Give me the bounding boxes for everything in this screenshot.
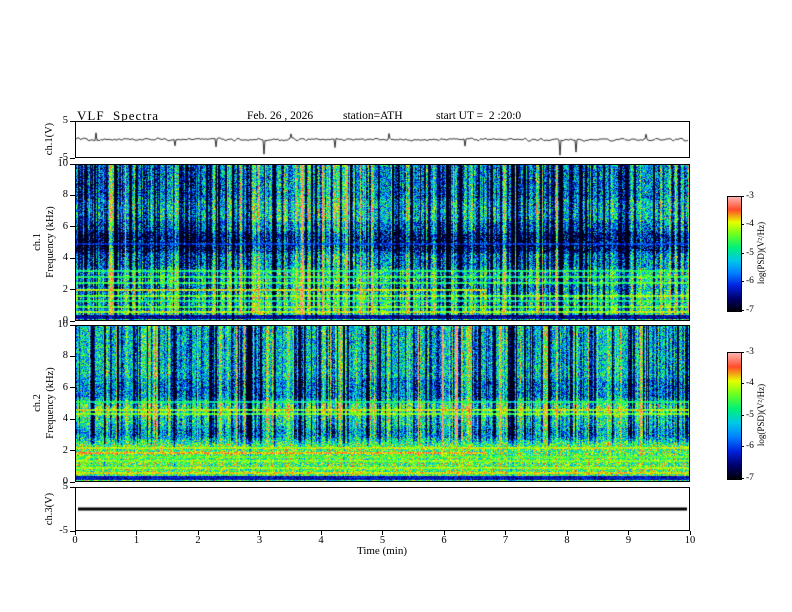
colorbar-tick-label: -6 xyxy=(746,441,754,451)
colorbar-tick-label: -3 xyxy=(746,190,754,201)
y-tick-label: 5 xyxy=(62,481,68,492)
y-tick-label: 8 xyxy=(62,189,68,201)
y-tick-mark xyxy=(70,418,75,420)
ch1-waveform-canvas xyxy=(76,122,689,157)
colorbar-tick-mark xyxy=(741,383,744,384)
colorbar-tick-label: -6 xyxy=(746,276,754,286)
panel-ch1-waveform xyxy=(75,121,690,158)
y-tick-mark xyxy=(70,450,75,452)
colorbar-tick-mark xyxy=(741,446,744,447)
x-tick-label: 9 xyxy=(625,534,632,546)
panel-ch3-waveform xyxy=(75,487,690,531)
y-tick-label: 2 xyxy=(62,283,68,295)
y-tick-label: 10 xyxy=(57,158,69,169)
time-axis-label: Time (min) xyxy=(356,545,407,557)
colorbar-ch1 xyxy=(727,196,742,312)
y-tick-mark xyxy=(70,387,75,389)
y-tick-mark xyxy=(70,324,75,326)
colorbar-tick-label: -4 xyxy=(746,378,754,388)
colorbar-tick-mark xyxy=(741,477,744,479)
ch3-waveform-canvas xyxy=(76,488,689,530)
colorbar-tick-mark xyxy=(741,351,744,353)
colorbar-tick-label: -4 xyxy=(746,219,754,229)
y-tick-label: 8 xyxy=(62,350,68,362)
x-tick-label: 8 xyxy=(564,534,570,546)
ch2-spectrogram-canvas xyxy=(76,326,689,481)
colorbar-tick-label: -7 xyxy=(746,472,754,483)
y-tick-mark xyxy=(70,157,75,159)
y-tick-mark xyxy=(70,120,75,122)
y-tick-mark xyxy=(70,355,75,357)
y-tick-label: 10 xyxy=(57,319,69,330)
colorbar-tick-label: -7 xyxy=(746,304,754,315)
x-tick-label: 3 xyxy=(256,534,263,546)
x-tick-label: 10 xyxy=(684,534,696,546)
x-tick-label: 7 xyxy=(502,534,509,546)
x-tick-label: 6 xyxy=(441,534,447,546)
colorbar-tick-mark xyxy=(741,309,744,311)
y-tick-label: 2 xyxy=(62,444,68,456)
colorbar-tick-mark xyxy=(741,252,744,254)
y-tick-mark xyxy=(70,257,75,259)
y-tick-label: -5 xyxy=(59,525,68,536)
y-tick-mark xyxy=(70,530,75,532)
y-tick-label: 6 xyxy=(62,220,68,232)
y-tick-mark xyxy=(70,320,75,322)
y-tick-mark xyxy=(70,163,75,165)
y-tick-label: 4 xyxy=(62,252,68,264)
x-tick-label: 1 xyxy=(133,534,140,546)
y-tick-label: 5 xyxy=(62,115,68,126)
y-tick-mark xyxy=(70,481,75,483)
x-tick-label: 4 xyxy=(318,534,324,546)
ch2-channel-axis-label: ch.2 xyxy=(32,394,43,412)
x-tick-label: 2 xyxy=(195,534,201,546)
colorbar-tick-mark xyxy=(741,414,744,416)
y-tick-mark xyxy=(70,226,75,228)
colorbar-tick-mark xyxy=(741,281,744,282)
vlf-spectra-figure: VLF Spectra Feb. 26 , 2026 station=ATH s… xyxy=(0,0,792,612)
y-tick-mark xyxy=(70,289,75,291)
y-tick-label: 4 xyxy=(62,413,68,425)
x-tick-label: 0 xyxy=(72,534,78,546)
colorbar-tick-label: -3 xyxy=(746,346,754,357)
x-tick-label: 5 xyxy=(379,534,386,546)
colorbar-tick-label: -5 xyxy=(746,247,754,258)
panel-ch1-spectrogram xyxy=(75,164,690,321)
colorbar-tick-mark xyxy=(741,195,744,197)
panel-ch2-spectrogram xyxy=(75,325,690,482)
ch1-spectrogram-canvas xyxy=(76,165,689,320)
ch3-voltage-axis-label: ch.3(V) xyxy=(44,492,55,526)
y-tick-label: 6 xyxy=(62,381,68,393)
colorbar-tick-mark xyxy=(741,224,744,225)
colorbar-ch2 xyxy=(727,352,742,480)
y-tick-mark xyxy=(70,194,75,196)
y-tick-mark xyxy=(70,486,75,488)
colorbar-tick-label: -5 xyxy=(746,409,754,420)
